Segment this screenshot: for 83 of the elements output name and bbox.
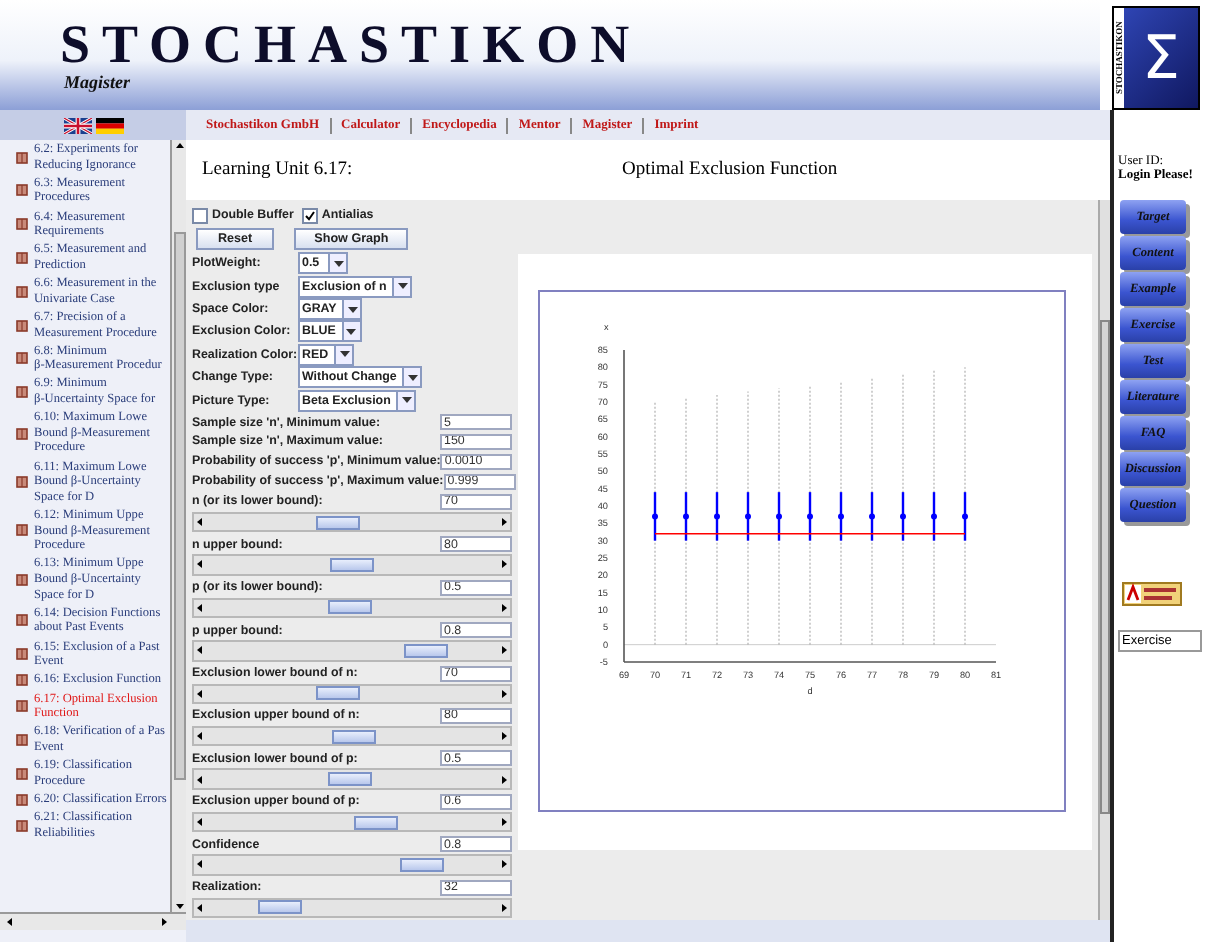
slider-thumb[interactable] [315, 515, 360, 530]
book-icon [16, 285, 28, 298]
book-icon [16, 674, 28, 687]
book-icon [16, 476, 28, 489]
book-icon [16, 524, 28, 537]
scrollbar[interactable] [170, 140, 186, 912]
chart-point [776, 513, 782, 520]
scroll-left-icon[interactable] [194, 687, 206, 700]
logo-symbol: Σ [1140, 23, 1182, 93]
book-icon [16, 614, 28, 627]
scroll-right-icon[interactable] [498, 516, 510, 529]
scroll-right-icon[interactable] [158, 916, 170, 928]
scroll-left-icon[interactable] [194, 901, 206, 914]
scroll-left-icon[interactable] [194, 816, 206, 829]
scroll-left-icon[interactable] [194, 558, 206, 571]
chart-point [962, 513, 968, 520]
chart-point [869, 513, 875, 520]
horizontal-scrollbar[interactable] [0, 912, 186, 930]
book-icon [16, 767, 28, 780]
slider-thumb[interactable] [315, 686, 360, 701]
chart-point [683, 513, 689, 520]
book-icon [16, 427, 28, 440]
scroll-right-icon[interactable] [498, 816, 510, 829]
book-icon [16, 733, 28, 746]
caret-icon [346, 327, 357, 336]
chart-point [652, 513, 658, 520]
german-flag-icon[interactable] [95, 117, 123, 133]
chart-point [900, 513, 906, 520]
caret-icon [339, 350, 350, 359]
scroll-right-icon[interactable] [498, 773, 510, 786]
chart-point [745, 513, 751, 520]
site-subtitle: Magister [64, 72, 133, 92]
chart-point [807, 513, 813, 520]
slider-thumb[interactable] [330, 557, 374, 572]
checkbox[interactable] [192, 207, 208, 224]
scroll-left-icon[interactable] [194, 644, 206, 657]
caret-icon [407, 373, 418, 382]
book-icon [16, 151, 28, 164]
scroll-right-icon[interactable] [498, 858, 510, 871]
unit-label: Learning Unit 6.17: [202, 160, 355, 180]
book-icon [16, 352, 28, 365]
book-icon [16, 793, 28, 806]
slider-thumb[interactable] [257, 900, 301, 915]
chart-point [838, 513, 844, 520]
caret-icon [333, 259, 343, 268]
book-icon [16, 319, 28, 331]
scroll-left-icon[interactable] [194, 773, 206, 786]
scroll-left-icon[interactable] [194, 516, 206, 529]
slider-thumb[interactable] [327, 600, 372, 615]
scroll-right-icon[interactable] [498, 730, 510, 743]
slider-thumb[interactable] [400, 857, 445, 872]
scroll-right-icon[interactable] [498, 644, 510, 657]
caret-icon [347, 305, 358, 314]
book-icon [16, 386, 28, 399]
scroll-left-icon[interactable] [4, 916, 16, 928]
book-icon [16, 218, 28, 231]
site-title: STOCHASTIKON [60, 16, 644, 72]
scroll-right-icon[interactable] [498, 558, 510, 571]
caret-icon [397, 282, 408, 291]
slider-thumb[interactable] [327, 772, 372, 787]
reader-badge-icon[interactable] [1122, 581, 1182, 605]
book-icon [16, 700, 28, 713]
slider-thumb[interactable] [403, 643, 447, 658]
slider-thumb[interactable] [332, 729, 377, 744]
scroll-left-icon[interactable] [194, 730, 206, 743]
book-icon [16, 573, 28, 586]
uk-flag-icon[interactable] [63, 117, 91, 133]
chart-point [714, 513, 720, 520]
book-icon [16, 648, 28, 661]
scroll-left-icon[interactable] [194, 601, 206, 614]
book-icon [16, 819, 28, 832]
page-title: Optimal Exclusion Function [622, 160, 838, 180]
scroll-right-icon[interactable] [498, 687, 510, 700]
scroll-right-icon[interactable] [498, 601, 510, 614]
book-icon [16, 251, 28, 264]
chart-point [931, 513, 937, 520]
book-icon [16, 184, 28, 197]
scroll-left-icon[interactable] [194, 858, 206, 871]
slider-thumb[interactable] [353, 815, 398, 830]
caret-icon [401, 396, 412, 405]
checkbox[interactable] [301, 207, 318, 224]
scroll-right-icon[interactable] [498, 901, 510, 914]
scrollbar[interactable] [1098, 200, 1110, 920]
